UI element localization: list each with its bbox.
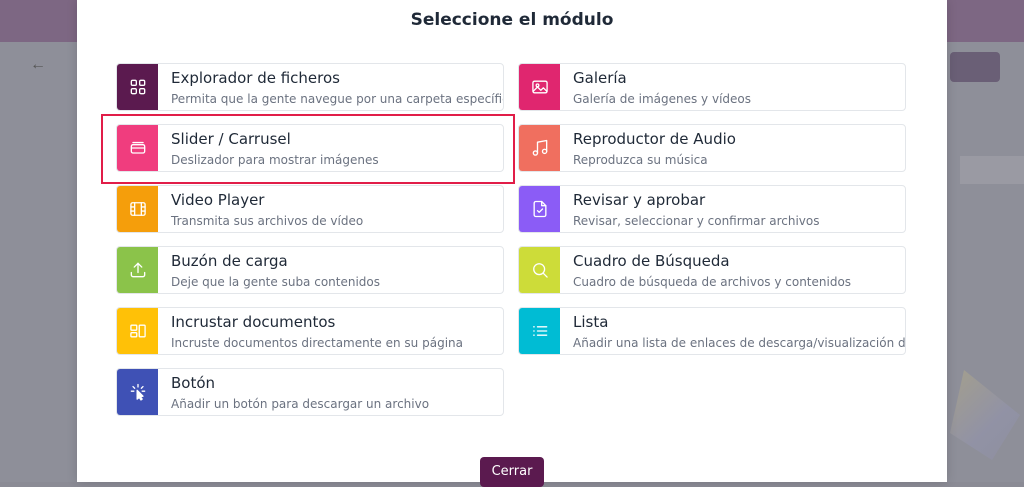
background-field	[960, 156, 1024, 184]
module-description: Deslizador para mostrar imágenes	[171, 153, 379, 167]
search-icon	[519, 247, 560, 293]
module-description: Galería de imágenes y vídeos	[573, 92, 751, 106]
module-description: Reproduzca su música	[573, 153, 708, 167]
module-description: Deje que la gente suba contenidos	[171, 275, 381, 289]
module-card-upload-box[interactable]: Buzón de carga Deje que la gente suba co…	[116, 246, 504, 294]
module-title: Botón	[171, 374, 216, 392]
modal-title: Seleccione el módulo	[410, 10, 614, 30]
module-description: Cuadro de búsqueda de archivos y conteni…	[573, 275, 852, 289]
module-card-list[interactable]: Lista Añadir una lista de enlaces de des…	[518, 307, 906, 355]
module-description: Revisar, seleccionar y confirmar archivo…	[573, 214, 820, 228]
music-icon	[519, 125, 560, 171]
module-card-slider[interactable]: Slider / Carrusel Deslizador para mostra…	[116, 124, 504, 172]
module-description: Incruste documentos directamente en su p…	[171, 336, 463, 350]
module-title: Explorador de ficheros	[171, 69, 340, 87]
background-logo-shape	[950, 370, 1020, 460]
module-card-video-player[interactable]: Video Player Transmita sus archivos de v…	[116, 185, 504, 233]
module-title: Video Player	[171, 191, 265, 209]
module-description: Permita que la gente navegue por una car…	[171, 92, 504, 106]
module-description: Añadir un botón para descargar un archiv…	[171, 397, 430, 411]
image-icon	[519, 64, 560, 110]
module-card-audio-player[interactable]: Reproductor de Audio Reproduzca su músic…	[518, 124, 906, 172]
grid-icon	[117, 64, 158, 110]
list-icon	[519, 308, 560, 354]
module-description: Añadir una lista de enlaces de descarga/…	[573, 336, 906, 350]
module-card-review-approve[interactable]: Revisar y aprobar Revisar, seleccionar y…	[518, 185, 906, 233]
module-title: Reproductor de Audio	[573, 130, 736, 148]
close-button[interactable]: Cerrar	[480, 457, 544, 487]
module-card-button[interactable]: Botón Añadir un botón para descargar un …	[116, 368, 504, 416]
upload-icon	[117, 247, 158, 293]
module-card-gallery[interactable]: Galería Galería de imágenes y vídeos	[518, 63, 906, 111]
background-button	[950, 52, 1000, 82]
file-check-icon	[519, 186, 560, 232]
back-arrow-icon: ←	[30, 56, 46, 73]
module-title: Slider / Carrusel	[171, 130, 291, 148]
pointer-click-icon	[117, 369, 158, 415]
slides-icon	[117, 125, 158, 171]
module-title: Buzón de carga	[171, 252, 288, 270]
module-card-search-box[interactable]: Cuadro de Búsqueda Cuadro de búsqueda de…	[518, 246, 906, 294]
module-select-modal: Seleccione el módulo Explorador de fiche…	[77, 0, 947, 487]
module-title: Incrustar documentos	[171, 313, 336, 331]
module-title: Revisar y aprobar	[573, 191, 706, 209]
film-icon	[117, 186, 158, 232]
embed-icon	[117, 308, 158, 354]
module-card-embed-documents[interactable]: Incrustar documentos Incruste documentos…	[116, 307, 504, 355]
module-title: Cuadro de Búsqueda	[573, 252, 730, 270]
module-description: Transmita sus archivos de vídeo	[171, 214, 364, 228]
module-card-file-explorer[interactable]: Explorador de ficheros Permita que la ge…	[116, 63, 504, 111]
module-title: Galería	[573, 69, 627, 87]
module-title: Lista	[573, 313, 609, 331]
